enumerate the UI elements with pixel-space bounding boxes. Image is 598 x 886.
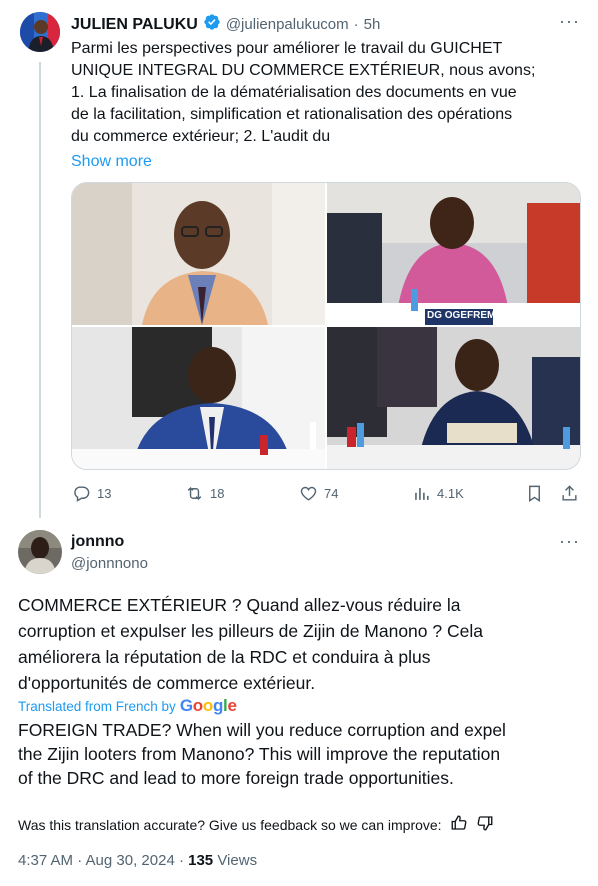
reply-text-line: corruption et expulser les pilleurs de Z…	[18, 621, 483, 641]
tweet-text-line: de la facilitation, simplification et ra…	[71, 106, 513, 123]
bookmark-button[interactable]	[525, 484, 544, 503]
author-name[interactable]: JULIEN PALUKU	[71, 16, 198, 34]
retweet-button[interactable]: 18	[185, 484, 224, 503]
views-chart-icon	[415, 487, 429, 500]
reply-timestamp[interactable]: 4:37 AM · Aug 30, 2024 ·	[18, 852, 188, 869]
photo-3[interactable]	[72, 327, 325, 469]
feedback-question: Was this translation accurate? Give us f…	[18, 816, 442, 833]
tweet-text-line: UNIQUE INTEGRAL DU COMMERCE EXTÉRIEUR, n…	[71, 62, 536, 79]
like-button[interactable]: 74	[299, 484, 338, 503]
reply-text-line: COMMERCE EXTÉRIEUR ? Quand allez-vous ré…	[18, 595, 461, 615]
reply-author-name[interactable]: jonnno	[71, 533, 124, 551]
views-count: 4.1K	[437, 486, 464, 501]
translation-line: the Zijin looters from Manono? This will…	[18, 744, 501, 764]
translation-text: FOREIGN TRADE? When will you reduce corr…	[18, 718, 583, 790]
reply-button[interactable]: 13	[72, 484, 111, 503]
tweet-text-line: Parmi les perspectives pour améliorer le…	[71, 40, 503, 57]
reply-icon	[74, 486, 90, 502]
thumbs-up-icon[interactable]	[450, 814, 468, 835]
google-logo: Google	[179, 696, 237, 715]
reply-text-line: améliorera la réputation de la RDC et co…	[18, 647, 431, 667]
translation-feedback: Was this translation accurate? Give us f…	[18, 814, 494, 835]
more-dots-icon[interactable]: ···	[559, 11, 580, 32]
verified-badge-icon	[203, 13, 221, 36]
avatar-julien-paluku[interactable]	[20, 12, 60, 52]
thumbs-down-icon[interactable]	[476, 814, 494, 835]
nameplate-label: DG OGEFREM	[427, 310, 496, 321]
share-button[interactable]	[560, 484, 579, 503]
tweet-text-line: du commerce extérieur; 2. L'audit du	[71, 128, 331, 145]
photo-2[interactable]: DG OGEFREM	[327, 183, 580, 325]
avatar-jonnno[interactable]	[18, 530, 62, 574]
reply-views-label: Views	[213, 852, 258, 869]
tweet-header: JULIEN PALUKU @julienpalukucom · 5h	[71, 13, 380, 36]
reply-more-dots-icon[interactable]: ···	[559, 531, 580, 552]
like-count: 74	[324, 486, 339, 501]
thread-connector-line	[39, 62, 41, 518]
tweet-text: Parmi les perspectives pour améliorer le…	[71, 38, 571, 173]
retweet-count: 18	[210, 486, 225, 501]
tweet-time[interactable]: 5h	[364, 16, 381, 33]
reply-text: COMMERCE EXTÉRIEUR ? Quand allez-vous ré…	[18, 592, 578, 696]
share-icon	[562, 485, 577, 501]
author-handle[interactable]: @julienpalukucom	[226, 16, 349, 33]
photo-1[interactable]	[72, 183, 325, 325]
photo-4[interactable]	[327, 327, 580, 469]
reply-views-count: 135	[188, 852, 214, 869]
heart-icon	[300, 486, 317, 501]
media-grid: DG OGEFREM	[71, 182, 581, 470]
translated-from-label[interactable]: Translated from French by	[18, 699, 176, 714]
translation-line: of the DRC and lead to more foreign trad…	[18, 768, 454, 788]
retweet-icon	[187, 486, 202, 501]
translation-attribution: Translated from French by Google	[18, 696, 237, 716]
tweet-text-line: 1. La finalisation de la dématérialisati…	[71, 84, 517, 101]
show-more-link[interactable]: Show more	[71, 151, 571, 173]
views-button[interactable]: 4.1K	[412, 484, 464, 503]
reply-meta: 4:37 AM · Aug 30, 2024 · 135 Views	[18, 852, 257, 869]
bookmark-icon	[529, 485, 540, 502]
reply-count: 13	[97, 486, 112, 501]
reply-text-line: d'opportunités de commerce extérieur.	[18, 673, 316, 693]
translation-line: FOREIGN TRADE? When will you reduce corr…	[18, 720, 506, 740]
reply-author-handle[interactable]: @jonnnono	[71, 555, 148, 572]
